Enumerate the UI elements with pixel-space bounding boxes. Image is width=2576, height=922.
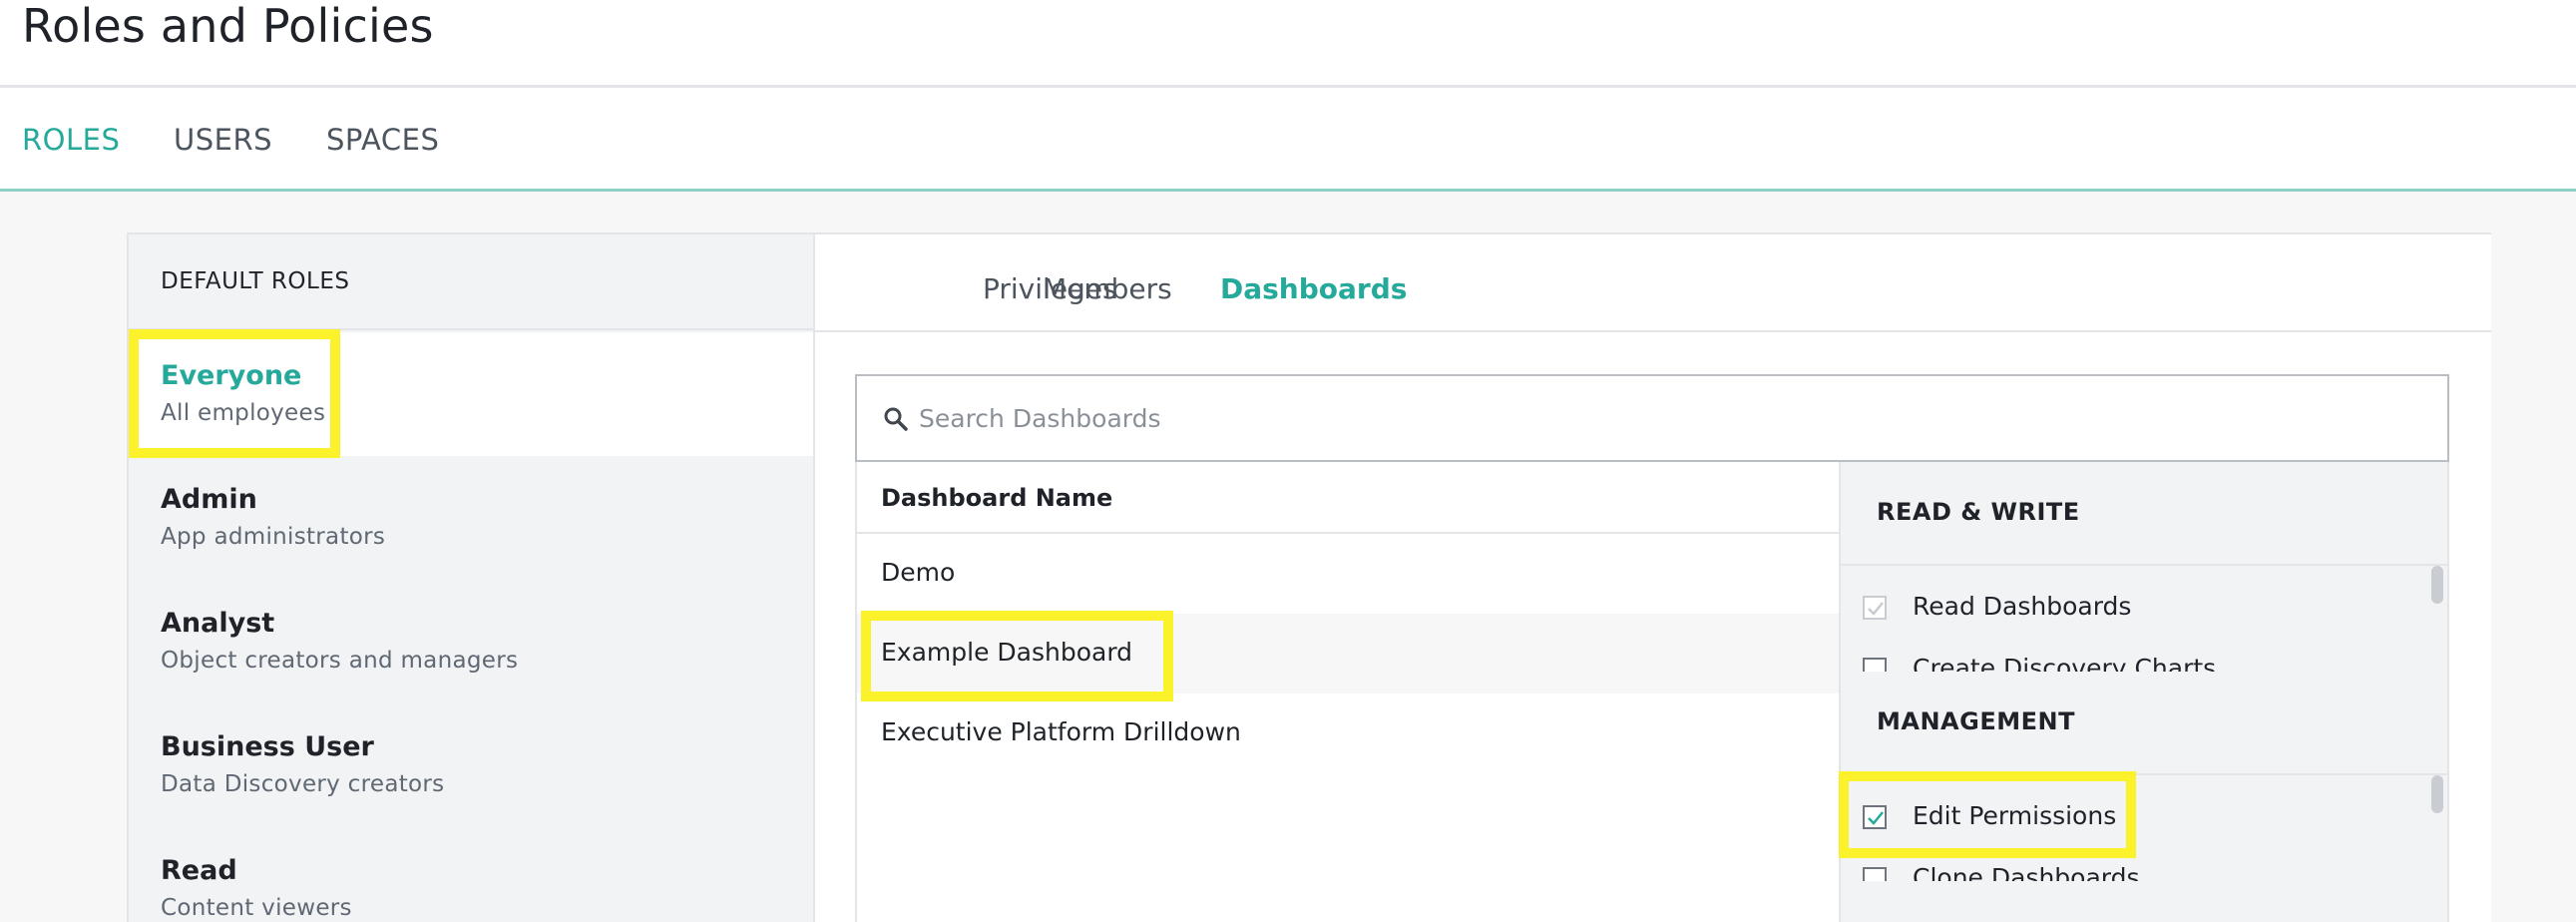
roles-panel: DEFAULT ROLES Everyone All employees Adm… (127, 232, 2491, 922)
roles-section-title: DEFAULT ROLES (161, 268, 350, 294)
management-section-title: MANAGEMENT (1877, 707, 2075, 735)
role-name: Read (161, 855, 237, 886)
role-description: Object creators and managers (161, 648, 519, 674)
role-item-admin[interactable]: Admin App administrators (129, 456, 813, 580)
role-item-read[interactable]: Read Content viewers (129, 827, 813, 922)
checkbox[interactable] (1863, 658, 1887, 672)
page-header: Roles and Policies (0, 0, 2576, 88)
search-box (855, 374, 2449, 462)
role-name: Business User (161, 731, 374, 762)
permission-label: Read Dashboards (1913, 592, 2132, 621)
role-name: Everyone (161, 360, 302, 391)
dashboard-name: Example Dashboard (881, 638, 1133, 667)
permission-label: Create Discovery Charts (1913, 654, 2217, 672)
role-item-business-user[interactable]: Business User Data Discovery creators (129, 703, 813, 827)
table-row[interactable]: Executive Platform Drilldown (857, 693, 1839, 773)
tab-users[interactable]: USERS (174, 122, 272, 158)
table-row[interactable]: Example Dashboard (857, 614, 1839, 693)
scrollbar-thumb[interactable] (2431, 566, 2443, 604)
permission-label: Edit Permissions (1913, 801, 2117, 830)
tab-spaces[interactable]: SPACES (326, 122, 439, 158)
role-description: All employees (161, 400, 326, 426)
read-write-section-title: READ & WRITE (1877, 498, 2080, 526)
role-name: Admin (161, 484, 257, 515)
column-header-dashboard-name: Dashboard Name (881, 484, 1113, 512)
tab-dashboards[interactable]: Dashboards (1220, 272, 1407, 305)
role-item-analyst[interactable]: Analyst Object creators and managers (129, 580, 813, 703)
top-nav: ROLES USERS SPACES (0, 88, 2576, 192)
roles-sidebar: DEFAULT ROLES Everyone All employees Adm… (129, 234, 815, 922)
dashboard-name: Executive Platform Drilldown (881, 717, 1241, 746)
table-row[interactable]: Demo (857, 534, 1839, 614)
permissions-panel: READ & WRITE Read Dashboards Create Disc… (1839, 462, 2449, 922)
role-detail-tabs: Privileges Members Dashboards (815, 234, 2491, 332)
search-input[interactable] (919, 394, 2415, 442)
dashboard-name: Demo (881, 558, 956, 587)
checkbox[interactable] (1863, 596, 1887, 620)
table-header: Dashboard Name (857, 462, 1839, 534)
role-item-everyone[interactable]: Everyone All employees (129, 332, 813, 456)
checkbox[interactable] (1863, 805, 1887, 829)
role-description: Content viewers (161, 895, 352, 921)
check-icon (1868, 811, 1884, 825)
permission-label: Clone Dashboards (1913, 863, 2140, 881)
page-title: Roles and Policies (22, 0, 434, 53)
role-description: Data Discovery creators (161, 771, 445, 797)
tab-roles[interactable]: ROLES (22, 122, 120, 158)
search-icon (884, 407, 908, 431)
tab-members[interactable]: Members (1043, 272, 1172, 305)
dashboards-table: Dashboard Name Demo Example Dashboard Ex… (855, 462, 1839, 922)
management-permission-list[interactable]: Edit Permissions Clone Dashboards (1841, 775, 2447, 881)
read-write-permission-list[interactable]: Read Dashboards Create Discovery Charts (1841, 566, 2447, 672)
scrollbar-thumb[interactable] (2431, 775, 2443, 813)
role-details: Privileges Members Dashboards Dashboard … (815, 234, 2491, 922)
roles-section-header: DEFAULT ROLES (129, 234, 813, 330)
checkbox[interactable] (1863, 867, 1887, 881)
role-description: App administrators (161, 524, 386, 550)
check-icon (1868, 602, 1884, 616)
role-name: Analyst (161, 608, 275, 639)
